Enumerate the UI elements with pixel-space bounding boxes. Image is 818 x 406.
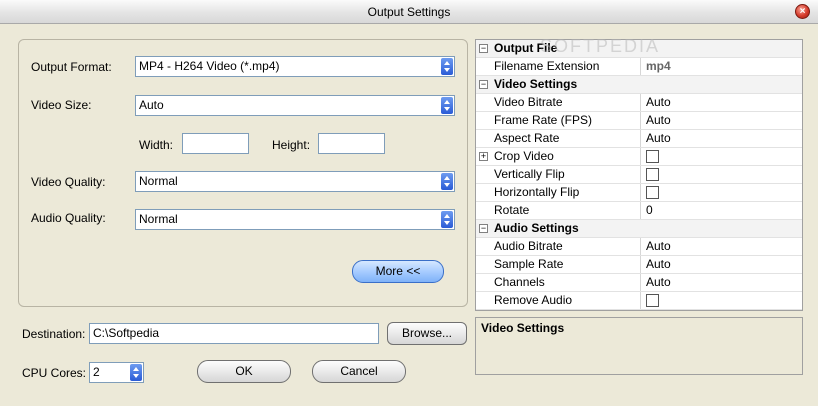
video-quality-label: Video Quality:	[31, 175, 106, 189]
dropdown-arrow-icon[interactable]	[441, 173, 453, 190]
property-value[interactable]	[640, 148, 802, 165]
video-quality-value: Normal	[139, 174, 178, 188]
checkbox[interactable]	[646, 168, 659, 181]
property-name: Frame Rate (FPS)	[494, 113, 593, 127]
destination-label: Destination:	[22, 327, 86, 341]
property-row[interactable]: Audio Bitrate Auto	[476, 238, 802, 256]
property-name: Audio Settings	[494, 221, 579, 235]
format-panel: Output Format: MP4 - H264 Video (*.mp4) …	[18, 39, 468, 307]
property-value[interactable]	[640, 292, 802, 309]
property-row[interactable]: Channels Auto	[476, 274, 802, 292]
property-name: Vertically Flip	[494, 167, 565, 181]
collapse-icon[interactable]: −	[479, 44, 488, 53]
width-input[interactable]	[182, 133, 249, 154]
window-title: Output Settings	[367, 5, 451, 19]
property-grid: − Output File Filename Extension mp4− Video …	[475, 39, 803, 311]
output-format-value: MP4 - H264 Video (*.mp4)	[139, 59, 280, 73]
property-name: Horizontally Flip	[494, 185, 580, 199]
property-name: Channels	[494, 275, 545, 289]
height-label: Height:	[272, 138, 311, 152]
dropdown-arrow-icon[interactable]	[441, 58, 453, 75]
audio-quality-select[interactable]: Normal	[135, 209, 455, 230]
dropdown-arrow-icon[interactable]	[441, 97, 453, 114]
property-name: Rotate	[494, 203, 530, 217]
collapse-icon[interactable]: −	[479, 80, 488, 89]
property-name: Sample Rate	[494, 257, 564, 271]
property-row[interactable]: Aspect Rate Auto	[476, 130, 802, 148]
cancel-button[interactable]: Cancel	[312, 360, 406, 383]
width-label: Width:	[139, 138, 174, 152]
checkbox[interactable]	[646, 150, 659, 163]
property-name: Aspect Rate	[494, 131, 560, 145]
property-row[interactable]: Vertically Flip	[476, 166, 802, 184]
property-row[interactable]: Remove Audio	[476, 292, 802, 310]
property-value[interactable]: Auto	[640, 130, 802, 147]
cpu-cores-label: CPU Cores:	[22, 366, 87, 380]
property-row[interactable]: Frame Rate (FPS) Auto	[476, 112, 802, 130]
dropdown-arrow-icon[interactable]	[441, 211, 453, 228]
video-quality-select[interactable]: Normal	[135, 171, 455, 192]
property-value[interactable]	[640, 184, 802, 201]
property-value[interactable]	[640, 166, 802, 183]
property-category[interactable]: − Video Settings	[476, 76, 802, 94]
property-value[interactable]: Auto	[640, 112, 802, 129]
property-value[interactable]: mp4	[640, 58, 802, 75]
property-value[interactable]: Auto	[640, 256, 802, 273]
watermark: SOFTPEDIA	[540, 36, 661, 56]
checkbox[interactable]	[646, 186, 659, 199]
description-title: Video Settings	[481, 321, 565, 335]
checkbox[interactable]	[646, 294, 659, 307]
property-name: Video Bitrate	[494, 95, 563, 109]
property-name: Filename Extension	[494, 59, 600, 73]
video-size-select[interactable]: Auto	[135, 95, 455, 116]
spinner-arrow-icon[interactable]	[130, 364, 142, 381]
more-button[interactable]: More <<	[352, 260, 444, 283]
property-category[interactable]: − Audio Settings	[476, 220, 802, 238]
property-value[interactable]: Auto	[640, 238, 802, 255]
property-row[interactable]: Rotate 0	[476, 202, 802, 220]
close-icon[interactable]: ×	[795, 4, 810, 19]
title-bar: Output Settings ×	[0, 0, 818, 24]
property-name: Remove Audio	[494, 293, 573, 307]
property-name: Audio Bitrate	[494, 239, 563, 253]
expand-icon[interactable]: +	[479, 152, 488, 161]
collapse-icon[interactable]: −	[479, 224, 488, 233]
audio-quality-value: Normal	[139, 212, 178, 226]
property-row[interactable]: + Crop Video	[476, 148, 802, 166]
video-size-label: Video Size:	[31, 98, 92, 112]
cpu-cores-select[interactable]: 2	[89, 362, 144, 383]
cpu-cores-value: 2	[93, 365, 100, 379]
height-input[interactable]	[318, 133, 385, 154]
property-value[interactable]: Auto	[640, 274, 802, 291]
audio-quality-label: Audio Quality:	[31, 211, 106, 225]
property-name: Video Settings	[494, 77, 578, 91]
property-row[interactable]: Horizontally Flip	[476, 184, 802, 202]
property-value[interactable]: 0	[640, 202, 802, 219]
property-name: Crop Video	[494, 149, 554, 163]
output-format-label: Output Format:	[31, 60, 112, 74]
browse-button[interactable]: Browse...	[387, 322, 467, 345]
ok-button[interactable]: OK	[197, 360, 291, 383]
output-format-select[interactable]: MP4 - H264 Video (*.mp4)	[135, 56, 455, 77]
property-row[interactable]: Video Bitrate Auto	[476, 94, 802, 112]
destination-input[interactable]: C:\Softpedia	[89, 323, 379, 344]
property-row[interactable]: Filename Extension mp4	[476, 58, 802, 76]
video-size-value: Auto	[139, 98, 164, 112]
property-value[interactable]: Auto	[640, 94, 802, 111]
property-row[interactable]: Sample Rate Auto	[476, 256, 802, 274]
description-panel: Video Settings	[475, 317, 803, 375]
